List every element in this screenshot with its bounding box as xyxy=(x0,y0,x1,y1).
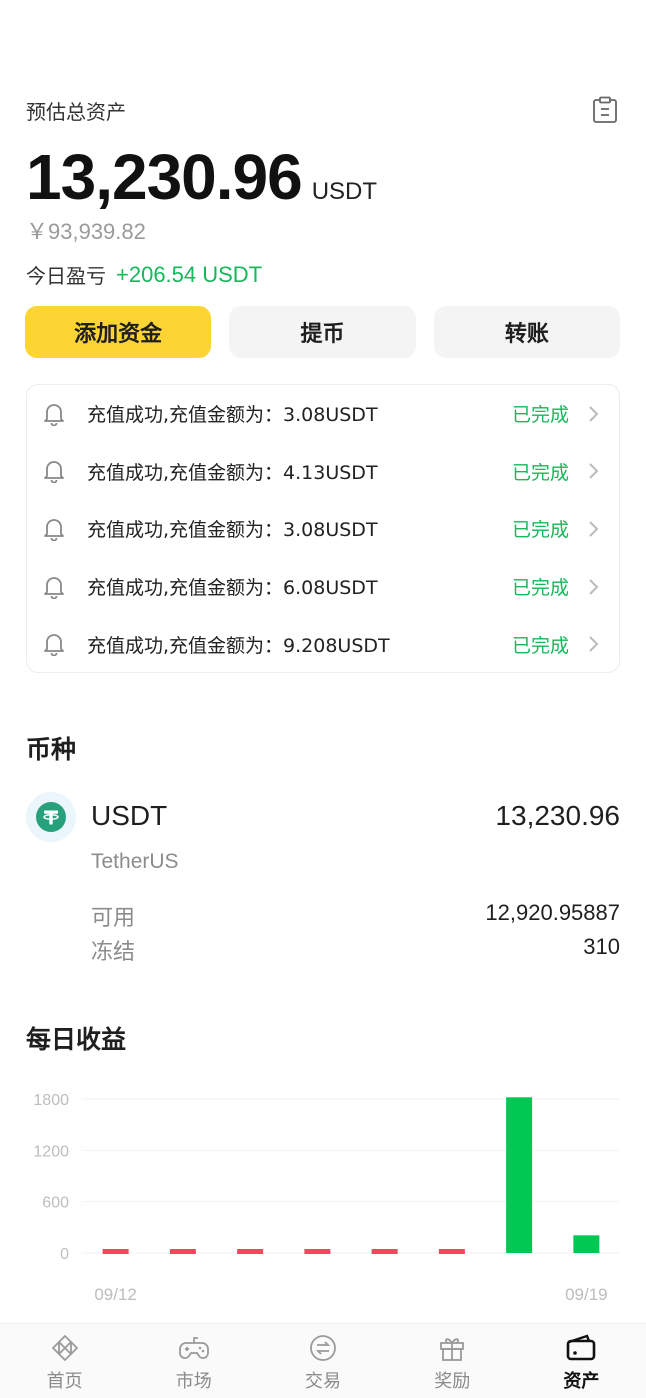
y-tick-label: 600 xyxy=(42,1195,69,1212)
overview-header: 预估总资产 xyxy=(26,94,620,126)
notice-status: 已完成 xyxy=(511,577,569,600)
trade-icon xyxy=(306,1332,340,1364)
tab-home[interactable]: 首页 xyxy=(0,1324,129,1398)
tab-gamepad[interactable]: 市场 xyxy=(129,1324,258,1398)
home-icon xyxy=(48,1332,82,1364)
bell-icon xyxy=(43,575,67,599)
coins-section-title: 币种 xyxy=(26,735,77,764)
coin-full-name: TetherUS xyxy=(91,850,179,873)
gift-icon xyxy=(435,1332,469,1364)
add-funds-button[interactable]: 添加资金 xyxy=(25,306,212,358)
tab-label: 奖励 xyxy=(434,1371,471,1392)
tab-trade[interactable]: 交易 xyxy=(258,1324,387,1398)
earnings-section-title: 每日收益 xyxy=(26,1025,127,1054)
notice-item[interactable]: 充值成功,充值金额为：3.08USDT 已完成 xyxy=(27,385,619,443)
notice-status: 已完成 xyxy=(511,519,569,542)
available-value: 12,920.95887 xyxy=(485,900,620,925)
tab-label: 首页 xyxy=(46,1371,83,1392)
tab-wallet[interactable]: 资产 xyxy=(517,1324,646,1398)
bell-icon xyxy=(43,632,67,657)
clipboard-icon[interactable] xyxy=(590,95,620,125)
notice-text: 充值成功,充值金额为：9.208USDT xyxy=(87,634,390,657)
chevron-right-icon xyxy=(587,461,601,481)
total-assets-label: 预估总资产 xyxy=(26,99,126,124)
today-pnl: 今日盈亏 +206.54 USDT xyxy=(26,260,262,289)
y-tick-label: 0 xyxy=(60,1246,69,1263)
tab-label: 市场 xyxy=(175,1371,212,1392)
notice-item[interactable]: 充值成功,充值金额为：9.208USDT 已完成 xyxy=(27,615,619,673)
coin-total: 13,230.96 xyxy=(495,800,620,831)
frozen-row: 冻结 310 xyxy=(91,934,620,966)
pnl-value: +206.54 USDT xyxy=(116,261,263,287)
transfer-button[interactable]: 转账 xyxy=(433,306,620,358)
notice-text: 充值成功,充值金额为：6.08USDT xyxy=(87,577,378,600)
tab-label: 交易 xyxy=(305,1371,341,1392)
earnings-bar xyxy=(438,1249,465,1254)
wallet-icon xyxy=(564,1332,598,1364)
chevron-right-icon xyxy=(587,519,601,539)
available-row: 可用 12,920.95887 xyxy=(91,900,620,932)
notice-status: 已完成 xyxy=(511,461,569,484)
chevron-right-icon xyxy=(587,577,601,597)
coin-symbol: USDT xyxy=(91,800,168,831)
bottom-tab-bar: 首页 市场 交易 奖励 资产 xyxy=(0,1323,646,1398)
x-tick-label: 09/12 xyxy=(94,1285,137,1304)
gamepad-icon xyxy=(177,1332,211,1364)
y-tick-label: 1200 xyxy=(33,1143,69,1160)
tether-icon xyxy=(26,792,76,842)
bell-icon xyxy=(43,402,67,426)
total-amount: 13,230.96 xyxy=(26,141,303,213)
bell-icon xyxy=(43,517,67,541)
cny-equivalent: ￥93,939.82 xyxy=(26,219,146,244)
deposit-notices: 充值成功,充值金额为：3.08USDT 已完成 充值成功,充值金额为：4.13USD… xyxy=(26,384,620,673)
earnings-bar xyxy=(237,1249,264,1254)
withdraw-button[interactable]: 提币 xyxy=(229,306,416,358)
earnings-bar xyxy=(506,1097,533,1253)
pnl-label: 今日盈亏 xyxy=(26,264,106,288)
notice-item[interactable]: 充值成功,充值金额为：3.08USDT 已完成 xyxy=(27,500,619,558)
tab-label: 资产 xyxy=(563,1371,600,1392)
frozen-value: 310 xyxy=(583,934,620,959)
earnings-bar xyxy=(304,1249,331,1254)
notice-status: 已完成 xyxy=(511,634,569,657)
chevron-right-icon xyxy=(587,404,601,424)
x-tick-label: 09/19 xyxy=(565,1285,608,1304)
available-label: 可用 xyxy=(91,906,136,931)
y-tick-label: 1800 xyxy=(33,1092,69,1109)
earnings-bar xyxy=(371,1249,398,1254)
notice-item[interactable]: 充值成功,充值金额为：6.08USDT 已完成 xyxy=(27,558,619,616)
notice-status: 已完成 xyxy=(511,404,569,427)
earnings-bar xyxy=(573,1235,600,1253)
tab-gift[interactable]: 奖励 xyxy=(388,1324,517,1398)
notice-text: 充值成功,充值金额为：3.08USDT xyxy=(87,519,378,542)
daily-earnings-chart: 0 600 1200 1800 09/12 09/19 xyxy=(33,1092,620,1304)
earnings-bar xyxy=(169,1249,196,1254)
bell-icon xyxy=(43,459,67,484)
earnings-bar xyxy=(102,1249,129,1254)
notice-text: 充值成功,充值金额为：4.13USDT xyxy=(87,461,378,484)
total-assets-value: 13,230.96 USDT xyxy=(26,140,377,214)
frozen-label: 冻结 xyxy=(91,940,136,965)
action-buttons: 添加资金 提币 转账 xyxy=(25,306,620,358)
notice-text: 充值成功,充值金额为：3.08USDT xyxy=(87,404,378,427)
notice-item[interactable]: 充值成功,充值金额为：4.13USDT 已完成 xyxy=(27,443,619,501)
total-unit: USDT xyxy=(311,178,378,205)
chevron-right-icon xyxy=(587,634,601,654)
